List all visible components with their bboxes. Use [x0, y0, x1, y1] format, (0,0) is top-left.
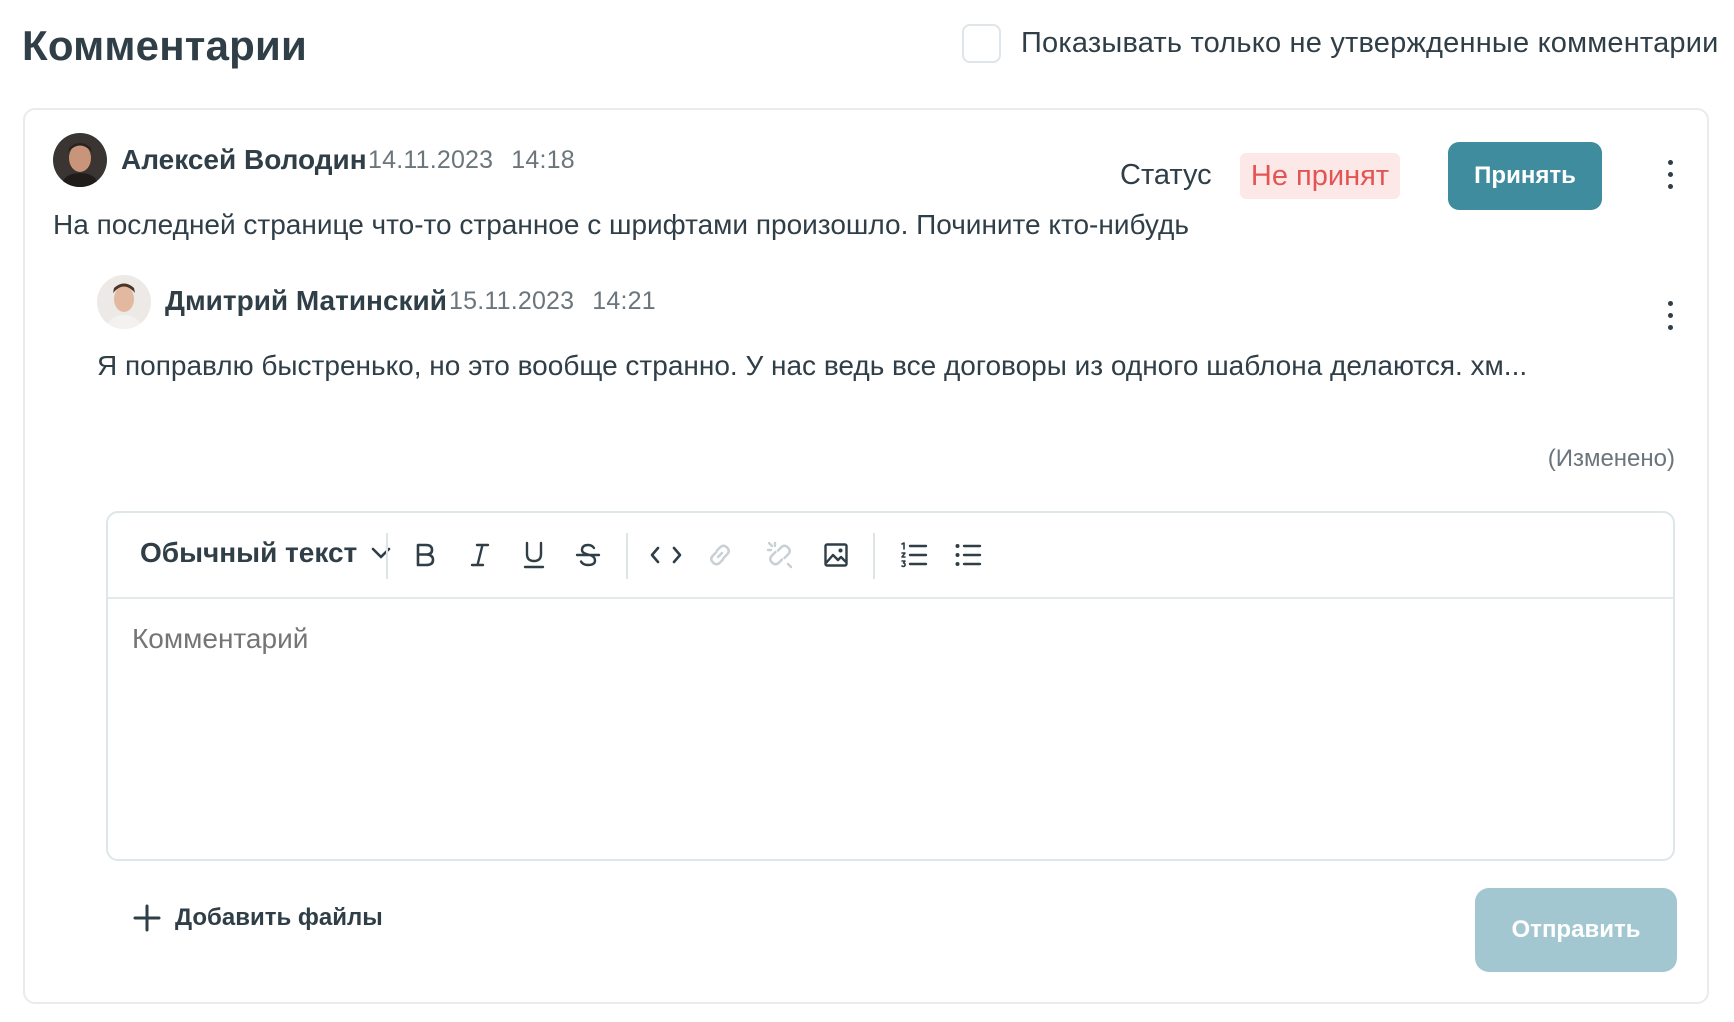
bold-icon[interactable] — [403, 533, 447, 577]
unapproved-filter-label[interactable]: Показывать только не утвержденные коммен… — [1021, 27, 1719, 60]
add-files-button[interactable]: Добавить файлы — [133, 904, 383, 932]
comment-date: 14.11.2023 — [368, 146, 494, 174]
plus-icon — [133, 904, 161, 932]
reply-datetime: 15.11.2023 14:21 — [449, 287, 656, 316]
reply-date: 15.11.2023 — [449, 287, 575, 315]
send-button[interactable]: Отправить — [1475, 888, 1677, 972]
text-style-value: Обычный текст — [140, 537, 358, 568]
ordered-list-icon[interactable] — [892, 533, 936, 577]
toolbar-divider — [626, 533, 628, 579]
chevron-down-icon — [371, 547, 391, 559]
unlink-icon[interactable] — [758, 533, 802, 577]
link-icon[interactable] — [698, 533, 742, 577]
text-style-select[interactable]: Обычный текст — [140, 537, 391, 569]
comment-datetime: 14.11.2023 14:18 — [368, 146, 575, 175]
reply-avatar — [97, 275, 151, 329]
avatar — [53, 133, 107, 187]
edited-label: (Изменено) — [1547, 445, 1675, 472]
strikethrough-icon[interactable] — [566, 533, 610, 577]
image-icon[interactable] — [814, 533, 858, 577]
add-files-label: Добавить файлы — [175, 904, 383, 931]
editor-toolbar: Обычный текст — [108, 513, 1673, 599]
comment-card: Алексей Володин 14.11.2023 14:18 Статус Н… — [23, 108, 1709, 1004]
reply-time: 14:21 — [592, 287, 656, 315]
comment-text: На последней странице что-то странное с … — [53, 209, 1189, 240]
unapproved-filter[interactable]: Показывать только не утвержденные коммен… — [962, 24, 1719, 63]
comment-author[interactable]: Алексей Володин — [121, 144, 367, 176]
comment-time: 14:18 — [511, 146, 575, 174]
status-label: Статус — [1120, 159, 1212, 191]
reply-more-icon[interactable] — [1655, 295, 1685, 335]
comment-more-icon[interactable] — [1655, 154, 1685, 194]
toolbar-divider — [386, 533, 388, 579]
comment-input[interactable] — [132, 623, 1632, 655]
reply-author[interactable]: Дмитрий Матинский — [165, 285, 447, 317]
reply-text: Я поправлю быстренько, но это вообще стр… — [97, 350, 1528, 381]
status-badge: Не принят — [1240, 153, 1400, 199]
accept-button[interactable]: Принять — [1448, 142, 1602, 210]
bullet-list-icon[interactable] — [946, 533, 990, 577]
page-title: Комментарии — [22, 22, 308, 69]
toolbar-divider — [873, 533, 875, 579]
comment-editor: Обычный текст — [106, 511, 1675, 861]
italic-icon[interactable] — [458, 533, 502, 577]
code-icon[interactable] — [644, 533, 688, 577]
unapproved-filter-checkbox[interactable] — [962, 24, 1001, 63]
underline-icon[interactable] — [512, 533, 556, 577]
